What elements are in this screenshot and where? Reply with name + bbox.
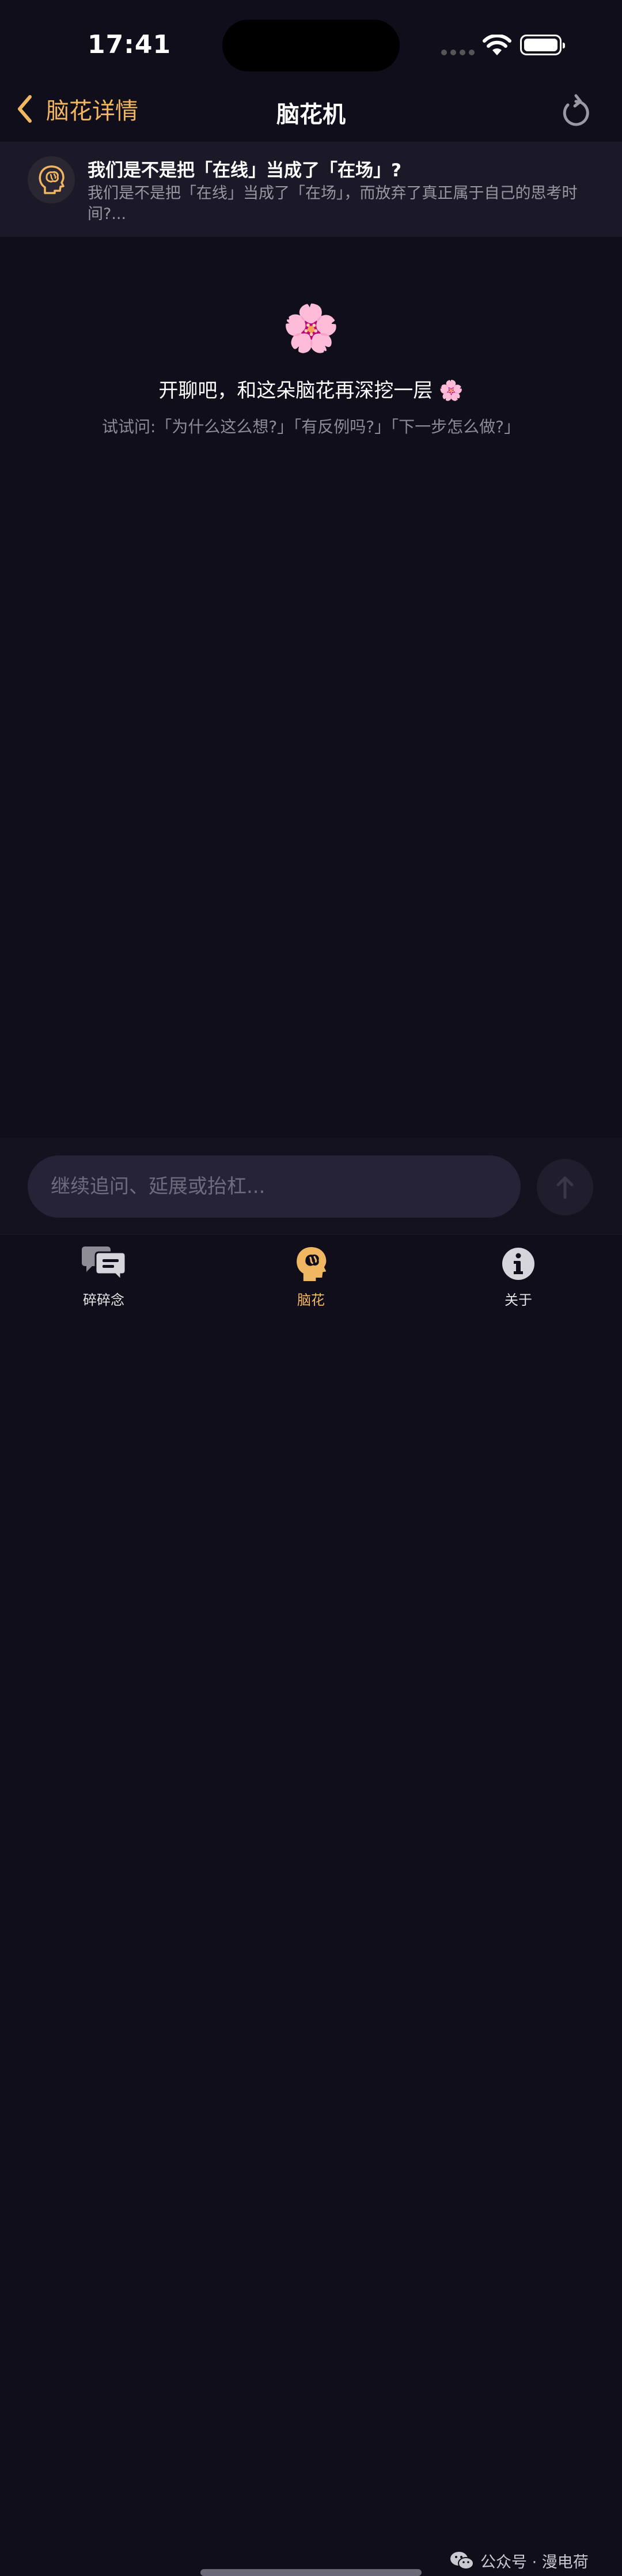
home-indicator[interactable]	[200, 2569, 422, 2576]
status-time: 17:41	[88, 30, 172, 59]
nav-bar: 脑花详情 脑花机	[0, 86, 622, 141]
chat-bubbles-icon	[82, 1247, 127, 1282]
tab-suisuinian[interactable]: 碎碎念	[46, 1241, 161, 1309]
empty-state: 🌸 开聊吧，和这朵脑花再深挖一层 🌸 试试问:「为什么这么想?」「有反例吗?」「…	[0, 300, 622, 437]
cellular-signal-icon	[441, 50, 475, 55]
tab-naohua[interactable]: 脑花	[253, 1241, 369, 1309]
battery-icon	[520, 35, 565, 55]
avatar	[28, 156, 75, 203]
tab-about[interactable]: 关于	[461, 1241, 576, 1309]
tab-label: 关于	[505, 1292, 532, 1308]
refresh-icon[interactable]	[560, 93, 592, 128]
watermark-text: 公众号 · 漫电荷	[480, 2554, 589, 2571]
tab-bar: 碎碎念 脑花 关于 公众号 · 漫电荷	[0, 1234, 622, 2576]
message-composer	[0, 1138, 622, 1233]
topic-summary: 我们是不是把「在线」当成了「在场」，而放弃了真正属于自己的思考时间?...	[88, 184, 578, 223]
brain-head-icon	[39, 165, 65, 194]
empty-state-title: 开聊吧，和这朵脑花再深挖一层 🌸	[158, 379, 464, 402]
cherry-blossom-icon: 🌸	[282, 301, 340, 355]
dynamic-island	[222, 20, 400, 71]
tab-label: 碎碎念	[83, 1292, 124, 1308]
send-button[interactable]	[537, 1159, 593, 1215]
status-bar: 17:41	[0, 0, 622, 86]
brain-head-icon	[297, 1247, 327, 1281]
tab-label: 脑花	[297, 1292, 325, 1308]
topic-card[interactable]: 我们是不是把「在线」当成了「在场」? 我们是不是把「在线」当成了「在场」，而放弃…	[0, 142, 622, 237]
topic-title: 我们是不是把「在线」当成了「在场」?	[88, 160, 401, 181]
wifi-icon	[483, 35, 511, 55]
arrow-up-icon	[556, 1176, 574, 1199]
wechat-icon	[450, 2551, 474, 2570]
page-title: 脑花机	[276, 101, 346, 128]
empty-state-hint: 试试问:「为什么这么想?」「有反例吗?」「下一步怎么做?」	[101, 417, 521, 436]
message-input[interactable]	[28, 1155, 521, 1218]
watermark: 公众号 · 漫电荷	[449, 2549, 589, 2572]
info-icon	[502, 1248, 534, 1280]
